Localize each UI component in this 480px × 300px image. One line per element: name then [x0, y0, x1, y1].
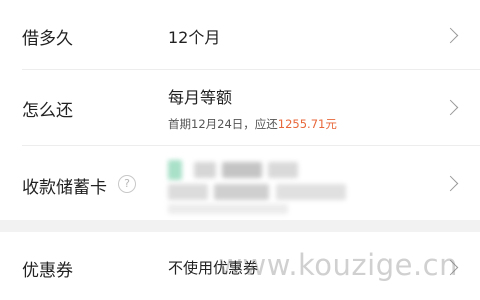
- loan-details-card: 借多久 12个月 怎么还 每月等额 首期12月24日，应还1255.71元 收款…: [0, 0, 480, 220]
- watermark-text: www.kouzige.cn: [218, 248, 458, 282]
- first-payment-amount: 1255.71元: [277, 117, 337, 131]
- chevron-right-icon[interactable]: [442, 99, 459, 116]
- repayment-value: 每月等额: [168, 88, 233, 107]
- chevron-right-icon[interactable]: [442, 27, 459, 44]
- debit-card-label: 收款储蓄卡: [22, 178, 107, 198]
- term-row[interactable]: 借多久 12个月: [0, 0, 480, 70]
- debit-card-row[interactable]: 收款储蓄卡 ?: [0, 146, 480, 220]
- term-label: 借多久: [22, 29, 73, 49]
- coupon-label: 优惠券: [22, 261, 73, 281]
- help-icon[interactable]: ?: [118, 175, 136, 193]
- repayment-row[interactable]: 怎么还 每月等额 首期12月24日，应还1255.71元: [0, 70, 480, 146]
- repayment-detail: 首期12月24日，应还1255.71元: [168, 116, 337, 132]
- repayment-label: 怎么还: [22, 101, 73, 121]
- chevron-right-icon[interactable]: [442, 175, 459, 192]
- term-value: 12个月: [168, 28, 221, 47]
- first-payment-date-text: 首期12月24日，应还: [168, 117, 278, 131]
